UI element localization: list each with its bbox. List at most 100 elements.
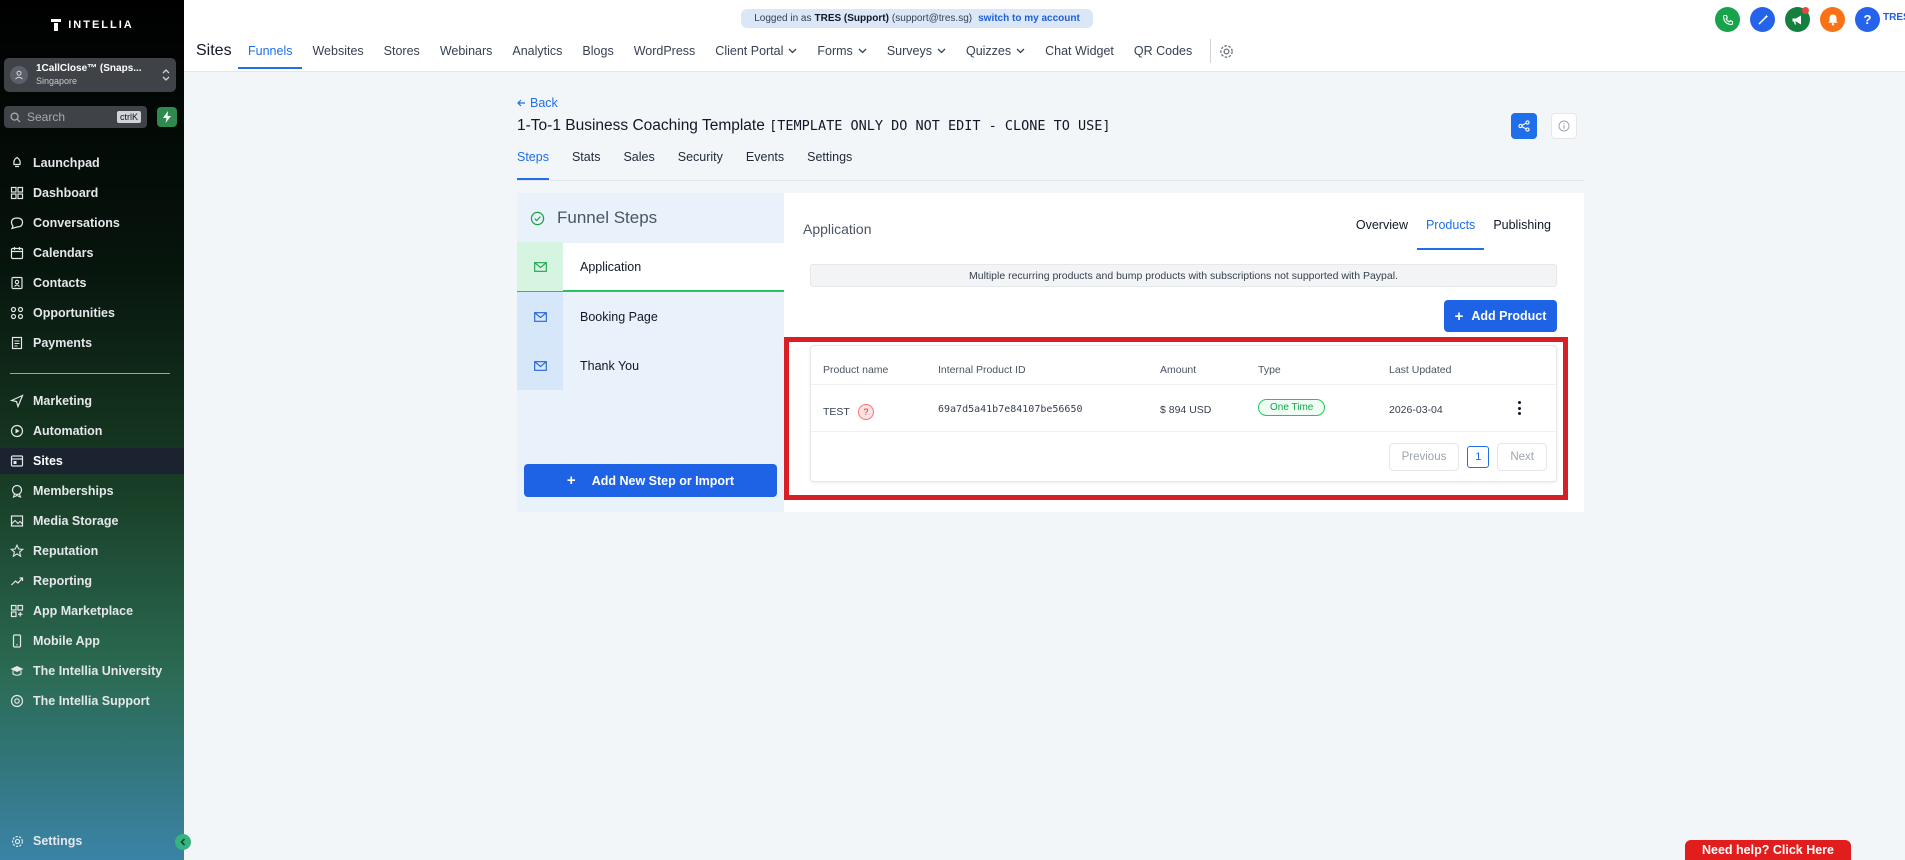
nav-tab-quizzes[interactable]: Quizzes — [956, 34, 1035, 68]
account-switcher[interactable]: 1CallClose™ (Snaps... Singapore — [4, 58, 176, 92]
funnel-tabs: Steps Stats Sales Security Events Settings — [517, 150, 875, 180]
payments-icon — [10, 336, 24, 350]
sidebar-item-label: Sites — [33, 454, 63, 468]
nav-tab-blogs[interactable]: Blogs — [572, 34, 623, 68]
subtab-overview[interactable]: Overview — [1347, 218, 1417, 250]
sidebar-item-contacts[interactable]: Contacts — [0, 270, 184, 296]
nav-tab-wordpress[interactable]: WordPress — [624, 34, 706, 68]
pagination: Previous 1 Next — [1388, 443, 1547, 471]
nav-tab-webinars[interactable]: Webinars — [430, 34, 503, 68]
sidebar-item-the-intellia-university[interactable]: The Intellia University — [0, 658, 184, 684]
help-button[interactable]: ? — [1855, 7, 1880, 32]
sidebar-item-launchpad[interactable]: Launchpad — [0, 150, 184, 176]
nav-tab-forms[interactable]: Forms — [807, 34, 876, 68]
sidebar-item-automation[interactable]: Automation — [0, 418, 184, 444]
question-icon[interactable]: ? — [857, 404, 874, 420]
funnel-steps-title: Funnel Steps — [557, 208, 658, 227]
sidebar-item-app-marketplace[interactable]: App Marketplace — [0, 598, 184, 624]
nav-tab-label: WordPress — [633, 44, 696, 58]
ai-assistant-button[interactable] — [1750, 7, 1775, 32]
sidebar-item-memberships[interactable]: Memberships — [0, 478, 184, 504]
need-help-button[interactable]: Need help? Click Here — [1685, 840, 1851, 860]
sidebar-item-calendars[interactable]: Calendars — [0, 240, 184, 266]
sidebar-item-reputation[interactable]: Reputation — [0, 538, 184, 564]
sidebar-item-conversations[interactable]: Conversations — [0, 210, 184, 236]
sidebar-item-settings[interactable]: Settings — [0, 828, 184, 854]
sidebar-item-opportunities[interactable]: Opportunities — [0, 300, 184, 326]
funnel-steps-panel: Funnel Steps Application Booking Page Than… — [517, 193, 784, 512]
nav-tab-client-portal[interactable]: Client Portal — [705, 34, 807, 68]
user-initials[interactable]: TRES — [1883, 12, 1905, 23]
tab-settings[interactable]: Settings — [807, 150, 852, 180]
nav-tab-surveys[interactable]: Surveys — [877, 34, 956, 68]
sidebar-item-marketing[interactable]: Marketing — [0, 388, 184, 414]
column-header[interactable]: Amount — [1160, 364, 1196, 376]
subtab-publishing[interactable]: Publishing — [1484, 218, 1560, 250]
column-header[interactable]: Internal Product ID — [938, 364, 1026, 376]
product-last-updated: 2026-03-04 — [1389, 404, 1443, 416]
more-options-icon[interactable] — [1514, 398, 1524, 418]
funnel-step-booking-page[interactable]: Booking Page — [517, 292, 784, 341]
sidebar-item-dashboard[interactable]: Dashboard — [0, 180, 184, 206]
tab-stats[interactable]: Stats — [572, 150, 601, 180]
quick-action-button[interactable] — [157, 107, 177, 127]
funnel-step-thank-you[interactable]: Thank You — [517, 341, 784, 390]
sidebar-search[interactable]: Search ctrlK — [4, 106, 147, 128]
chevron-down-icon — [937, 48, 946, 54]
lightning-icon — [163, 111, 171, 123]
nav-tab-funnels[interactable]: Funnels — [238, 35, 303, 69]
next-page-button[interactable]: Next — [1497, 443, 1547, 471]
mail-icon — [517, 341, 563, 390]
tab-sales[interactable]: Sales — [623, 150, 654, 180]
image-icon — [10, 514, 24, 528]
previous-page-button[interactable]: Previous — [1388, 443, 1460, 471]
sidebar-item-media-storage[interactable]: Media Storage — [0, 508, 184, 534]
funnel-steps-header: Funnel Steps — [517, 193, 784, 243]
page-number-button[interactable]: 1 — [1467, 446, 1490, 468]
megaphone-icon — [1792, 15, 1801, 25]
subtab-products[interactable]: Products — [1416, 218, 1485, 250]
add-step-button[interactable]: + Add New Step or Import — [524, 464, 777, 497]
info-button[interactable] — [1551, 113, 1577, 139]
tab-steps[interactable]: Steps — [517, 150, 549, 180]
funnel-step-label: Application — [580, 259, 642, 274]
nav-tab-websites[interactable]: Websites — [302, 34, 373, 68]
column-header[interactable]: Last Updated — [1389, 364, 1451, 376]
step-subtabs: Overview Products Publishing — [1347, 218, 1560, 250]
notifications-button[interactable] — [1820, 7, 1845, 32]
share-button[interactable] — [1511, 113, 1537, 139]
nav-tab-label: Stores — [383, 44, 420, 58]
nav-tab-stores[interactable]: Stores — [374, 34, 430, 68]
nav-tab-qr-codes[interactable]: QR Codes — [1124, 34, 1202, 68]
step-detail-panel: Application Overview Products Publishing M… — [784, 193, 1584, 512]
back-label: Back — [530, 96, 558, 110]
sidebar-item-sites[interactable]: Sites — [0, 448, 184, 474]
sidebar-item-the-intellia-support[interactable]: The Intellia Support — [0, 688, 184, 714]
products-table: Product name Internal Product ID Amount … — [810, 345, 1557, 482]
sidebar-item-reporting[interactable]: Reporting — [0, 568, 184, 594]
table-header-divider — [811, 384, 1556, 385]
column-header[interactable]: Product name — [823, 364, 888, 376]
send-icon — [10, 394, 24, 408]
back-link[interactable]: Back — [517, 96, 558, 110]
sidebar-item-mobile-app[interactable]: Mobile App — [0, 628, 184, 654]
nav-tab-analytics[interactable]: Analytics — [502, 34, 572, 68]
sidebar-item-label: Calendars — [33, 246, 94, 260]
arrow-left-icon — [517, 99, 525, 107]
sidebar-item-payments[interactable]: Payments — [0, 330, 184, 356]
tab-events[interactable]: Events — [746, 150, 784, 180]
column-header[interactable]: Type — [1258, 364, 1281, 376]
gear-icon[interactable] — [1219, 44, 1234, 59]
sidebar-item-label: The Intellia University — [33, 664, 163, 678]
funnel-step-application[interactable]: Application — [517, 242, 784, 292]
add-product-button[interactable]: + Add Product — [1444, 300, 1557, 332]
tab-security[interactable]: Security — [678, 150, 723, 180]
announcements-button[interactable] — [1785, 7, 1810, 32]
login-banner: Logged in as TRES (Support) (support@tre… — [741, 9, 1093, 28]
product-name-cell[interactable]: TEST ? — [823, 404, 874, 420]
collapse-sidebar-button[interactable] — [175, 834, 191, 850]
switch-account-link[interactable]: switch to my account — [978, 13, 1080, 24]
phone-button[interactable] — [1715, 7, 1740, 32]
nav-tab-chat-widget[interactable]: Chat Widget — [1035, 34, 1124, 68]
logo-text: INTELLIA — [68, 19, 134, 31]
